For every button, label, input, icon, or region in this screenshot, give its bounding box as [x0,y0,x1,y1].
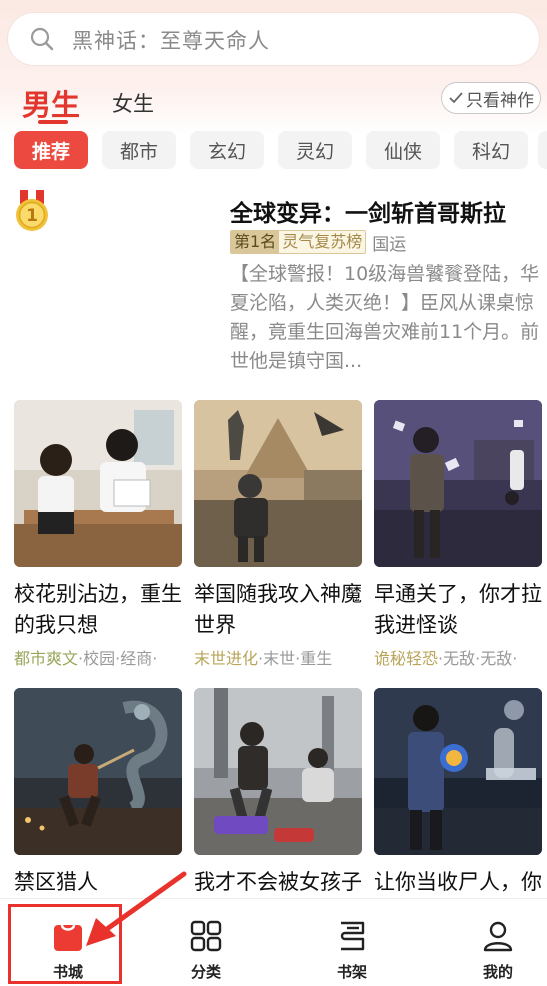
category-chip-xianxia[interactable]: 仙侠 [366,131,440,169]
tab-label: 书架 [336,963,367,981]
rank-list-name: 灵气复苏榜 [279,231,366,253]
featured-book[interactable]: 1 全球变异：一剑斩首哥斯拉 第1名 灵气复苏榜 国运 【全球警报！10级海兽饕… [0,190,547,380]
book-cover [14,400,182,567]
gender-tabs: 男生 女生 只看神作 [0,82,547,128]
book-title: 举国随我攻入神魔世界 [194,582,362,637]
book-title: 校花别沾边，重生的我只想 [14,582,182,637]
featured-title: 全球变异：一剑斩首哥斯拉 [230,201,506,227]
book-cover [14,688,182,855]
featured-description: 【全球警报！10级海兽饕餮登陆，华夏沦陷，人类灭绝！】臣风从课桌惊醒，竟重生回海… [230,263,540,372]
only-best-toggle[interactable]: 只看神作 [441,82,541,114]
category-chip-more[interactable] [538,131,547,169]
user-icon [483,921,513,952]
category-chip-scifi[interactable]: 科幻 [454,131,528,169]
book-card[interactable]: 让你当收尸人，你直接解 [374,688,542,929]
tab-label: 分类 [190,963,221,981]
search-bar[interactable]: 黑神话：至尊天命人 [8,13,539,65]
category-chip-city[interactable]: 都市 [102,131,176,169]
check-icon [449,92,463,104]
active-tab-indicator [38,120,68,124]
category-chip-recommend[interactable]: 推荐 [14,131,88,169]
search-placeholder: 黑神话：至尊天命人 [72,29,270,53]
book-card[interactable]: 我才不会被女孩子带坏呢 [194,688,362,929]
rank-label: 第1名 [231,231,280,253]
tab-label: 我的 [482,963,513,981]
rank-number: 1 [26,206,38,226]
book-card[interactable]: 校花别沾边，重生的我只想 都市爽文·校园·经商· [14,400,182,669]
book-title: 早通关了，你才拉我进怪谈 [374,582,542,637]
category-chip-spirit[interactable]: 灵幻 [278,131,352,169]
rank-medal-icon: 1 [16,190,48,231]
book-cover [374,400,542,567]
book-tags: 都市爽文·校园·经商· [14,649,158,668]
only-best-label: 只看神作 [466,90,534,111]
tab-bookshelf[interactable]: 书架 [284,899,420,986]
tab-female[interactable]: 女生 [112,88,154,118]
annotation-arrow-icon [86,871,187,946]
book-cover [194,688,362,855]
search-icon [30,27,54,51]
book-cover [194,400,362,567]
rank-badge: 第1名 灵气复苏榜 [230,230,367,254]
featured-tags: 第1名 灵气复苏榜 国运 [230,230,407,255]
featured-genre: 国运 [372,234,407,255]
tab-male[interactable]: 男生 [22,82,80,124]
book-tags: 末世进化·末世·重生 [194,649,333,668]
book-tags: 诡秘轻恐·无敌·无敌· [374,649,518,668]
category-chip-fantasy[interactable]: 玄幻 [190,131,264,169]
book-card[interactable]: 举国随我攻入神魔世界 末世进化·末世·重生 [194,400,362,669]
book-cover [374,688,542,855]
book-card[interactable]: 早通关了，你才拉我进怪谈 诡秘轻恐·无敌·无敌· [374,400,542,669]
tab-profile[interactable]: 我的 [430,899,547,986]
bookshelf-icon [340,921,365,951]
grid-icon [190,920,222,952]
category-bar: 推荐 都市 玄幻 灵幻 仙侠 科幻 [14,131,547,171]
